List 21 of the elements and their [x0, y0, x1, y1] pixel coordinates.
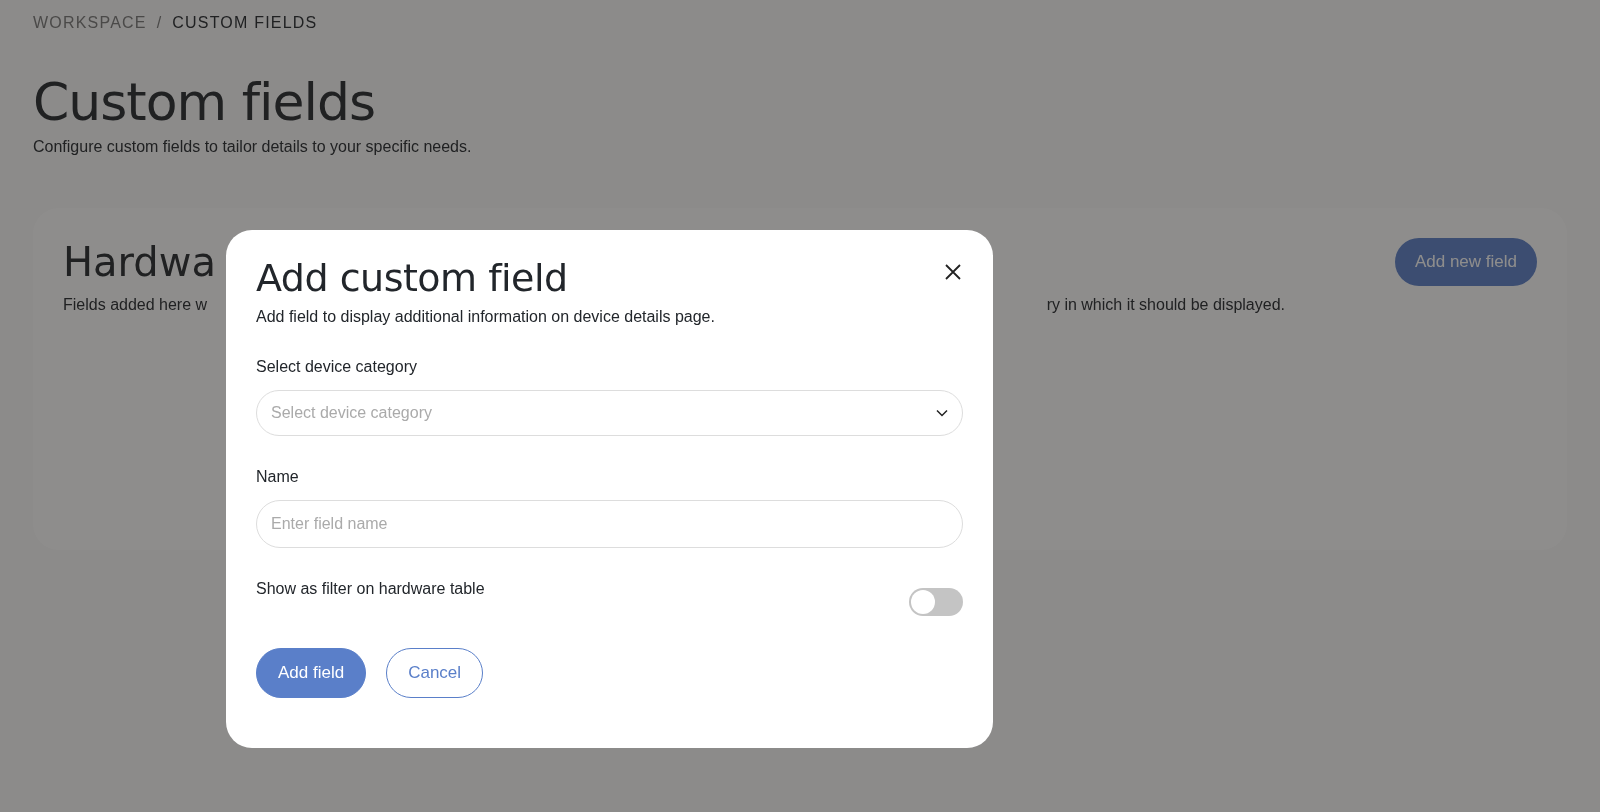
- card-title: Hardwa: [63, 239, 216, 285]
- card-description: ry in which it should be displayed.: [1046, 296, 1285, 314]
- page-subtitle: Configure custom fields to tailor details to your specific needs.: [33, 138, 473, 156]
- close-icon: [943, 262, 963, 282]
- page-title: Custom fields: [33, 72, 377, 132]
- dialog-title: Add custom field: [256, 256, 568, 300]
- chevron-down-icon: [936, 409, 948, 417]
- add-new-field-button[interactable]: Add new field: [1394, 238, 1537, 286]
- breadcrumb-item[interactable]: WORKSPACE: [33, 14, 147, 32]
- close-button[interactable]: [943, 262, 963, 282]
- dialog-subtitle: Add field to display additional information on device details page.: [256, 308, 716, 326]
- field-label: Select device category: [256, 358, 418, 376]
- breadcrumb-item: CUSTOM FIELDS: [172, 14, 318, 32]
- field-label: Name: [256, 468, 300, 486]
- breadcrumb-separator: /: [156, 14, 163, 32]
- add-field-button[interactable]: Add field: [256, 648, 367, 698]
- filter-toggle[interactable]: [909, 588, 963, 616]
- cancel-button[interactable]: Cancel: [386, 648, 484, 698]
- toggle-label: Show as filter on hardware table: [256, 580, 485, 598]
- name-input[interactable]: Enter field name: [256, 500, 963, 548]
- card-description: Fields added here w: [63, 296, 208, 314]
